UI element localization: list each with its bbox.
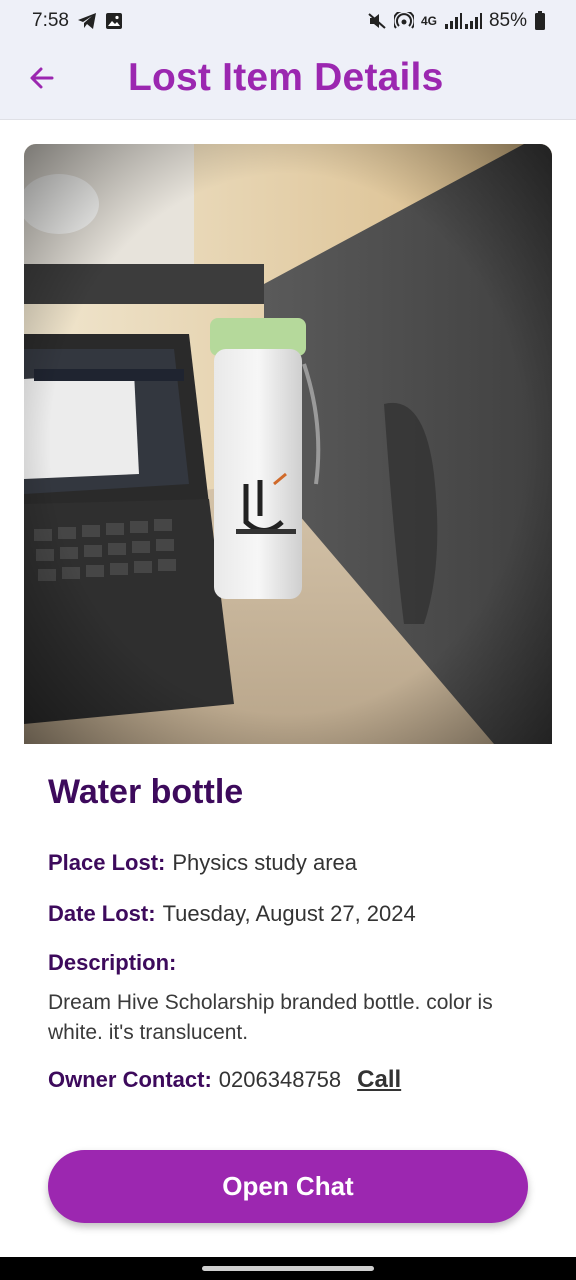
place-lost-label: Place Lost: [48, 850, 166, 875]
description-label: Description: [48, 950, 177, 975]
item-name: Water bottle [48, 773, 244, 811]
owner-contact-row: Owner Contact: 0206348758 Call [48, 1066, 401, 1094]
bottle-photo [24, 144, 552, 744]
open-chat-button[interactable]: Open Chat [48, 1150, 528, 1223]
status-time: 7:58 [32, 10, 69, 31]
date-lost-value: Tuesday, August 27, 2024 [162, 901, 416, 926]
description-row: Description: [48, 950, 176, 976]
network-type: 4G [420, 14, 437, 28]
description-value: Dream Hive Scholarship branded bottle. c… [48, 991, 493, 1044]
status-bar: 7:58 4G 85% [0, 0, 576, 42]
battery-percent: 85% [488, 10, 527, 31]
telegram-icon [77, 12, 97, 30]
arrow-left-icon [28, 64, 56, 97]
signal-icon [444, 12, 482, 30]
app-bar: Lost Item Details [0, 42, 576, 120]
call-link[interactable]: Call [357, 1066, 401, 1094]
gallery-icon [105, 12, 123, 30]
hotspot-icon [393, 12, 414, 30]
back-button[interactable] [24, 62, 60, 98]
page-title: Lost Item Details [128, 56, 444, 99]
home-indicator[interactable] [202, 1266, 374, 1271]
place-lost-row: Place Lost: Physics study area [48, 850, 357, 876]
place-lost-value: Physics study area [172, 850, 358, 875]
battery-icon [534, 11, 546, 31]
owner-contact-label: Owner Contact: [48, 1067, 212, 1092]
date-lost-label: Date Lost: [48, 901, 156, 926]
date-lost-row: Date Lost: Tuesday, August 27, 2024 [48, 901, 416, 927]
system-nav-bar [0, 1257, 576, 1280]
mute-icon [367, 12, 387, 30]
owner-contact-value: 0206348758 [218, 1067, 342, 1092]
